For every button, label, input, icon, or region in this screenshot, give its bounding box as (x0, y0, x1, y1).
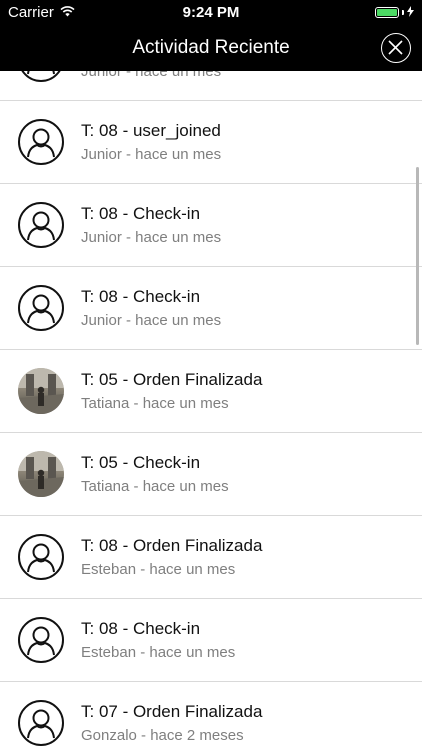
activity-title: T: 08 - Check-in (81, 619, 201, 638)
navigation-bar: Actividad Reciente (0, 26, 422, 71)
list-item[interactable]: T: 08 - Orden Finalizada Esteban - hace … (0, 516, 422, 599)
status-bar: Carrier 9:24 PM (0, 0, 422, 26)
status-right (375, 4, 414, 21)
close-icon (388, 40, 403, 55)
user-photo-avatar (18, 451, 64, 497)
activity-list[interactable]: Junior - hace un mes T: 08 - user_joined… (0, 71, 422, 750)
user-avatar-icon (18, 71, 64, 82)
activity-subtitle: Esteban - hace un mes (81, 561, 236, 578)
list-item[interactable]: T: 08 - Check-in Junior - hace un mes (0, 267, 422, 350)
user-avatar-icon (18, 202, 64, 248)
activity-title: T: 08 - Orden Finalizada (81, 536, 263, 555)
list-item[interactable]: T: 05 - Check-in Tatiana - hace un mes (0, 433, 422, 516)
activity-subtitle: Tatiana - hace un mes (81, 478, 229, 495)
user-avatar-icon (18, 617, 64, 663)
activity-subtitle: Junior - hace un mes (81, 71, 222, 80)
user-avatar-icon (18, 700, 64, 746)
close-button[interactable] (381, 33, 411, 63)
user-photo-avatar (18, 368, 64, 414)
battery-nub (402, 10, 404, 15)
activity-title: T: 08 - Check-in (81, 287, 201, 306)
page-title: Actividad Reciente (132, 37, 290, 58)
activity-subtitle: Tatiana - hace un mes (81, 395, 229, 412)
charging-icon (407, 4, 414, 21)
activity-title: T: 05 - Check-in (81, 453, 201, 472)
activity-title: T: 05 - Orden Finalizada (81, 370, 263, 389)
list-item[interactable]: T: 08 - Check-in Junior - hace un mes (0, 184, 422, 267)
list-item[interactable]: T: 08 - Check-in Esteban - hace un mes (0, 599, 422, 682)
activity-subtitle: Junior - hace un mes (81, 146, 222, 163)
battery-fill (377, 9, 397, 16)
user-avatar-icon (18, 285, 64, 331)
activity-subtitle: Esteban - hace un mes (81, 644, 236, 661)
activity-subtitle: Gonzalo - hace 2 meses (81, 727, 244, 744)
list-item[interactable]: T: 05 - Orden Finalizada Tatiana - hace … (0, 350, 422, 433)
list-item[interactable]: Junior - hace un mes (0, 71, 422, 101)
activity-title: T: 08 - Check-in (81, 204, 201, 223)
user-avatar-icon (18, 534, 64, 580)
activity-subtitle: Junior - hace un mes (81, 229, 222, 246)
battery-icon (375, 7, 399, 18)
list-item[interactable]: T: 08 - user_joined Junior - hace un mes (0, 101, 422, 184)
activity-title: T: 07 - Orden Finalizada (81, 702, 263, 721)
activity-title: T: 08 - user_joined (81, 121, 221, 140)
scrollbar-thumb[interactable] (416, 167, 419, 345)
activity-subtitle: Junior - hace un mes (81, 312, 222, 329)
status-time: 9:24 PM (182, 4, 240, 21)
user-avatar-icon (18, 119, 64, 165)
list-item[interactable]: T: 07 - Orden Finalizada Gonzalo - hace … (0, 682, 422, 750)
